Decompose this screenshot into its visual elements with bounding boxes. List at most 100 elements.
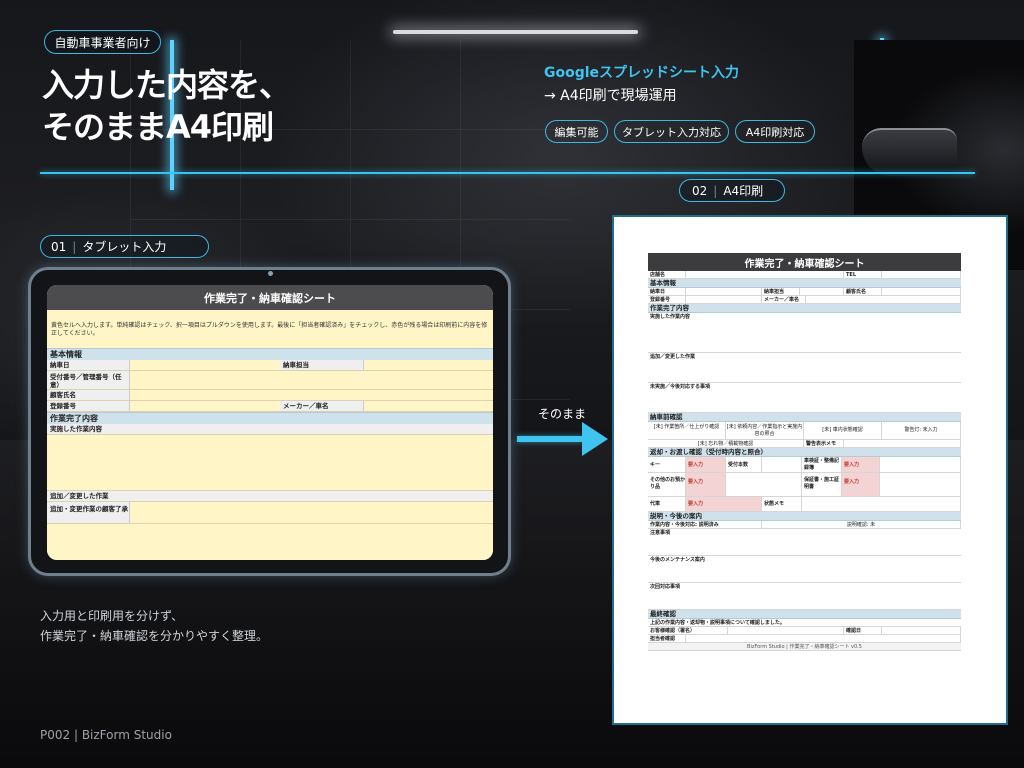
cell: 納車日	[648, 288, 686, 295]
cell: [未] 依頼内容／作業指示と実施内容の照合	[726, 422, 804, 439]
row: お客様確認（署名） 確認日	[648, 627, 961, 635]
caption: 入力用と印刷用を分けず、 作業完了・納車確認を分かりやすく整理。	[40, 606, 268, 646]
row: 次回対応事項	[648, 583, 961, 591]
subtitle-line-2: → A4印刷で現場運用	[544, 88, 677, 104]
row: 今後のメンテナンス案内	[648, 556, 961, 564]
maker-input[interactable]	[364, 401, 493, 411]
cell	[686, 271, 844, 278]
print-section: 返却・お渡し確認（受付時内容と照合）	[648, 448, 961, 457]
row-date: 納車日 納車担当	[47, 360, 493, 371]
print-section: 納車前確認	[648, 413, 961, 422]
customer-input[interactable]	[130, 390, 493, 400]
section-basic: 基本情報	[47, 348, 493, 360]
cell: 警告表示メモ	[804, 440, 844, 447]
separator: |	[72, 239, 77, 254]
cell	[844, 440, 961, 447]
row: 実施した作業内容	[648, 313, 961, 321]
cell	[686, 288, 762, 295]
cell: 要入力	[686, 497, 762, 511]
step-1-badge: 01 | タブレット入力	[40, 235, 209, 258]
work-done-input[interactable]	[47, 435, 493, 491]
cell: 保証書・施工証明書	[802, 473, 842, 496]
cell: [未] 忘れ物／積載物確認	[648, 440, 804, 447]
row-added-label: 追加／変更した作業	[47, 491, 493, 502]
step-label: タブレット入力	[82, 240, 167, 254]
tag-tablet: タブレット入力対応	[614, 120, 729, 143]
cell	[882, 271, 961, 278]
row: 未実施／今後対応する事項	[648, 383, 961, 391]
cell: 担当者確認	[648, 635, 686, 642]
cell: 警告灯: 未入力	[882, 422, 961, 439]
arrow-right-icon	[517, 436, 583, 442]
caption-line-1: 入力用と印刷用を分けず、	[40, 609, 184, 623]
cell: 車検証・整備記録簿	[802, 457, 842, 472]
row-order: 受付番号／管理番号（任意）	[47, 371, 493, 390]
row: キー 要入力 受付本数 車検証・整備記録簿 要入力	[648, 457, 961, 473]
tablet-device: 作業完了・納車確認シート 黄色セルへ入力します。単純確認はチェック、択一項目はプ…	[28, 267, 511, 576]
cell	[728, 627, 844, 634]
cell: [未] 車内状態確認	[804, 422, 882, 439]
cell	[762, 457, 802, 472]
row: 追加／変更した作業	[648, 353, 961, 361]
arrow-label: そのまま	[538, 407, 587, 421]
print-footer: BizForm Studio | 作業完了・納車確認シート v0.5	[648, 643, 961, 651]
row: [未] 作業箇所／仕上がり確認 [未] 依頼内容／作業指示と実施内容の照合 [未…	[648, 422, 961, 440]
cell: 注意事項	[650, 530, 671, 536]
row: [未] 忘れ物／積載物確認 警告表示メモ	[648, 440, 961, 448]
cell	[882, 627, 961, 634]
print-area	[648, 361, 961, 383]
tablet-screen: 作業完了・納車確認シート 黄色セルへ入力します。単純確認はチェック、択一項目はプ…	[47, 285, 493, 560]
audience-badge: 自動車事業者向け	[44, 30, 161, 54]
tag-label: タブレット入力対応	[622, 125, 721, 139]
step-number: 01	[51, 239, 67, 254]
row: その他のお預かり品 要入力 保証書・施工証明書 要入力	[648, 473, 961, 497]
cell: 確認日	[844, 627, 882, 634]
cell	[880, 457, 961, 472]
cell: 説明確認: 未	[762, 521, 961, 528]
cell: TEL	[844, 271, 882, 278]
cell: 登録番号	[648, 296, 686, 303]
row: 納車日 納車担当 顧客氏名	[648, 288, 961, 296]
cell: 状態メモ	[762, 497, 802, 511]
a4-paper: 作業完了・納車確認シート 店舗名 TEL 基本情報 納車日 納車担当 顧客氏名 …	[612, 215, 1008, 725]
print-area	[648, 391, 961, 413]
title-line-1: 入力した内容を、	[42, 66, 291, 104]
row-customer: 顧客氏名	[47, 390, 493, 401]
sheet-remaining	[47, 524, 493, 560]
row: 代車 要入力 状態メモ	[648, 497, 961, 512]
cell: その他のお預かり品	[648, 473, 686, 496]
tag-a4: A4印刷対応	[735, 120, 815, 143]
cell: 代車	[648, 497, 686, 511]
cell: [未] 作業箇所／仕上がり確認	[648, 422, 726, 439]
print-title: 作業完了・納車確認シート	[648, 253, 961, 271]
row-work-label: 実施した作業内容	[47, 424, 493, 435]
cell	[686, 635, 961, 642]
cell	[726, 473, 802, 496]
cell	[802, 497, 961, 511]
step-number: 02	[692, 183, 708, 198]
reg-input[interactable]	[130, 401, 280, 411]
print-footer-text: BizForm Studio | 作業完了・納車確認シート v0.5	[747, 644, 862, 650]
cell	[880, 473, 961, 496]
field-label: 実施した作業内容	[47, 424, 493, 434]
staff-input[interactable]	[364, 360, 493, 370]
row: 登録番号 メーカー／車名	[648, 296, 961, 304]
sheet-note: 黄色セルへ入力します。単純確認はチェック、択一項目はプルダウンを使用します。最後…	[47, 310, 493, 348]
cell: 上記の作業内容・返却物・説明事項について確認しました。	[650, 620, 785, 626]
cell: 受付本数	[726, 457, 762, 472]
field-label: 顧客氏名	[47, 390, 130, 400]
step-2-badge: 02 | A4印刷	[679, 179, 785, 202]
subtitle-line-1: Googleスプレッドシート入力	[544, 65, 740, 81]
cell: 要入力	[686, 457, 726, 472]
date-input[interactable]	[130, 360, 280, 370]
row: 上記の作業内容・返却物・説明事項について確認しました。	[648, 619, 961, 627]
print-area	[648, 537, 961, 556]
print-area	[648, 564, 961, 583]
cell: 要入力	[842, 457, 880, 472]
row: 担当者確認	[648, 635, 961, 643]
order-input[interactable]	[130, 371, 493, 389]
audience-badge-label: 自動車事業者向け	[54, 35, 151, 50]
consent-input[interactable]	[130, 502, 493, 523]
cell	[882, 288, 961, 295]
tag-label: A4印刷対応	[745, 125, 805, 139]
